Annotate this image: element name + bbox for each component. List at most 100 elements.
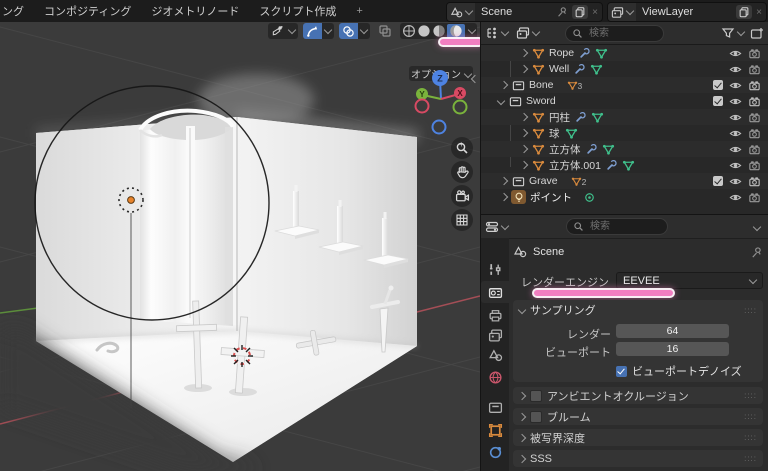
outliner-row-cube001[interactable]: 立方体.001 — [481, 157, 768, 173]
expand-icon[interactable] — [519, 48, 529, 58]
sss-panel[interactable]: SSS:::: — [513, 450, 763, 467]
unlink-scene-icon[interactable]: × — [592, 7, 598, 18]
hide-eye-icon[interactable] — [729, 111, 742, 124]
ao-checkbox[interactable] — [530, 389, 542, 402]
object-name[interactable]: 円柱 — [549, 110, 570, 125]
shading-material-icon[interactable] — [432, 24, 446, 38]
outliner-row-bone[interactable]: Bone 3 — [481, 77, 768, 93]
hide-eye-icon[interactable] — [729, 63, 742, 76]
outliner-row-well[interactable]: Well — [481, 61, 768, 77]
sampling-viewport-field[interactable]: 16 — [616, 342, 729, 356]
bloom-checkbox[interactable] — [530, 410, 542, 423]
show-gizmos-toggle[interactable] — [303, 23, 322, 39]
expand-icon[interactable] — [519, 144, 529, 154]
hide-eye-icon[interactable] — [729, 175, 742, 188]
collection-name[interactable]: Bone — [529, 79, 554, 91]
viewlayer-name[interactable]: ViewLayer — [642, 6, 732, 18]
expand-icon[interactable] — [499, 80, 509, 90]
toggle-xray-button[interactable] — [375, 23, 395, 39]
disable-render-icon[interactable] — [748, 143, 761, 156]
disable-render-icon[interactable] — [748, 175, 761, 188]
outliner-row-cube[interactable]: 立方体 — [481, 141, 768, 157]
scene-icon[interactable] — [447, 3, 475, 21]
object-name[interactable]: 立方体.001 — [549, 158, 601, 173]
axis-neg-x-ball[interactable] — [414, 98, 430, 114]
sidebar-expand-handle[interactable] — [470, 72, 480, 86]
tab-render[interactable] — [481, 281, 509, 303]
disable-render-icon[interactable] — [748, 191, 761, 204]
outliner-search[interactable] — [565, 24, 664, 42]
expand-icon[interactable] — [499, 176, 509, 186]
tab-object-data[interactable] — [481, 441, 509, 463]
tab-partial[interactable]: ング — [0, 0, 34, 22]
pin-icon[interactable] — [750, 246, 763, 259]
panel-drag-dots[interactable]: :::: — [744, 412, 757, 421]
outliner-row-cylinder[interactable]: 円柱 — [481, 109, 768, 125]
disable-render-icon[interactable] — [748, 79, 761, 92]
outliner-row-grave[interactable]: Grave 2 — [481, 173, 768, 189]
tab-tool[interactable] — [481, 258, 509, 280]
disable-render-icon[interactable] — [748, 47, 761, 60]
hide-eye-icon[interactable] — [729, 159, 742, 172]
shading-rendered-button[interactable] — [447, 23, 465, 39]
render-engine-dropdown[interactable]: EEVEE — [616, 272, 763, 289]
collection-checkbox[interactable] — [713, 96, 723, 106]
axis-neg-z-ball[interactable] — [431, 119, 447, 135]
collection-name[interactable]: Sword — [526, 95, 556, 107]
expand-icon[interactable] — [499, 192, 509, 202]
collection-checkbox[interactable] — [713, 80, 723, 90]
viewlayer-icon[interactable] — [608, 3, 636, 21]
properties-search-input[interactable] — [588, 220, 662, 233]
collapse-icon[interactable] — [496, 96, 506, 106]
breadcrumb-label[interactable]: Scene — [533, 246, 564, 258]
tab-world[interactable] — [481, 366, 509, 388]
object-name[interactable]: 球 — [549, 126, 560, 141]
properties-editor-type-button[interactable] — [485, 220, 510, 234]
new-scene-button[interactable] — [572, 5, 589, 19]
tab-output[interactable] — [481, 304, 509, 326]
ao-panel[interactable]: アンビエントオクルージョン:::: — [513, 387, 763, 404]
collection-checkbox[interactable] — [713, 176, 723, 186]
object-name[interactable]: 立方体 — [549, 142, 581, 157]
hide-eye-icon[interactable] — [729, 143, 742, 156]
disable-render-icon[interactable] — [748, 159, 761, 172]
denoise-checkbox[interactable] — [616, 365, 627, 377]
hide-eye-icon[interactable] — [729, 79, 742, 92]
panel-drag-dots[interactable]: :::: — [744, 306, 757, 315]
disable-render-icon[interactable] — [748, 111, 761, 124]
hide-eye-icon[interactable] — [729, 95, 742, 108]
scene-name[interactable]: Scene — [481, 6, 556, 18]
disable-render-icon[interactable] — [748, 127, 761, 140]
scene-selector[interactable]: Scene × — [446, 2, 603, 22]
cylinder-object[interactable] — [138, 108, 235, 326]
axis-neg-y-ball[interactable] — [452, 99, 468, 115]
object-name[interactable]: Rope — [549, 47, 574, 59]
tab-view-layer[interactable] — [481, 324, 509, 346]
new-collection-button[interactable] — [750, 26, 764, 40]
tab-scene[interactable] — [481, 344, 509, 366]
viewport-3d[interactable]: オプション Z Y X + — [0, 22, 482, 471]
show-overlays-toggle[interactable] — [339, 23, 358, 39]
overlays-dropdown[interactable] — [358, 23, 370, 39]
shading-dropdown[interactable] — [467, 25, 477, 35]
expand-icon[interactable] — [519, 112, 529, 122]
shading-solid-icon[interactable] — [417, 24, 431, 38]
hide-eye-icon[interactable] — [729, 191, 742, 204]
expand-icon[interactable] — [519, 128, 529, 138]
outliner-row-point-light[interactable]: ポイント — [481, 189, 768, 205]
panel-drag-dots[interactable]: :::: — [744, 391, 757, 400]
tab-compositing[interactable]: コンポジティング — [34, 0, 141, 22]
gizmos-dropdown[interactable] — [322, 23, 334, 39]
tab-geometry-nodes[interactable]: ジオメトリノード — [141, 0, 249, 22]
remove-viewlayer-icon[interactable]: × — [756, 7, 762, 18]
panel-drag-dots[interactable]: :::: — [744, 433, 757, 442]
outliner-filter-button[interactable] — [721, 26, 746, 40]
outliner-search-input[interactable] — [587, 26, 661, 40]
outliner-display-mode-button[interactable] — [516, 26, 541, 40]
object-name[interactable]: Well — [549, 63, 569, 75]
tab-collection[interactable] — [481, 396, 509, 418]
viewlayer-selector[interactable]: ViewLayer × — [607, 2, 767, 22]
navigation-gizmo[interactable]: Z Y X — [408, 66, 474, 138]
outliner-row-rope[interactable]: Rope — [481, 45, 768, 61]
sampling-render-field[interactable]: 64 — [616, 324, 729, 338]
